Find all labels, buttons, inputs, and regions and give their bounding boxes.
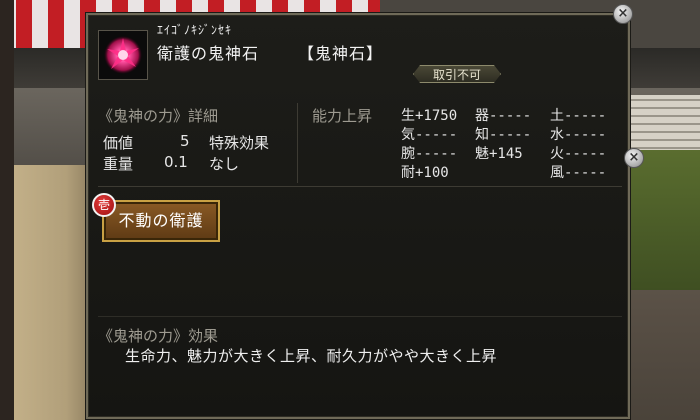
stat-dexterity: 器----- <box>475 108 532 124</box>
stat-charm: 魅+145 <box>475 146 523 162</box>
close-icon: × <box>617 6 629 21</box>
close-button[interactable]: × <box>613 4 633 24</box>
skill-rank-badge: 壱 <box>92 193 116 217</box>
stat-water: 水----- <box>550 127 607 143</box>
gem-icon <box>104 36 142 74</box>
stat-spirit: 気----- <box>401 127 458 143</box>
value-label: 価値 <box>103 134 134 152</box>
stat-life: 生+1750 <box>401 108 458 124</box>
details-heading: 《鬼神の力》詳細 <box>98 107 219 125</box>
stat-fire: 火----- <box>550 146 607 162</box>
column-divider <box>297 103 298 183</box>
section-divider <box>98 186 622 187</box>
effect-description: 生命力、魅力が大きく上昇、耐久力がやや大きく上昇 <box>125 347 498 365</box>
item-reading: ｴｲｺﾞﾉｷｼﾞﾝｾｷ <box>157 23 233 37</box>
value-amount: 5 <box>180 132 190 150</box>
weight-amount: 0.1 <box>164 153 188 171</box>
background-wall-panel <box>620 95 700 155</box>
stat-earth: 土----- <box>550 108 607 124</box>
special-effect-label: 特殊効果 <box>209 134 270 152</box>
ability-heading: 能力上昇 <box>312 107 373 125</box>
background-cloth <box>0 165 95 420</box>
close-icon: × <box>628 150 640 165</box>
effect-heading: 《鬼神の力》効果 <box>98 327 219 345</box>
item-category: 【鬼神石】 <box>298 44 384 63</box>
skill-button[interactable]: 不動の衛護 <box>102 200 220 242</box>
stat-endurance: 耐+100 <box>401 165 449 181</box>
trade-status-badge: 取引不可 <box>413 65 501 83</box>
weight-label: 重量 <box>103 155 134 173</box>
item-name: 衛護の鬼神石 <box>157 44 260 63</box>
stat-wind: 風----- <box>550 165 607 181</box>
item-icon-frame <box>98 30 148 80</box>
special-effect-value: なし <box>209 155 240 173</box>
secondary-close-button[interactable]: × <box>624 148 644 168</box>
effect-divider <box>98 316 622 317</box>
stat-arm: 腕----- <box>401 146 458 162</box>
background-grass <box>620 150 700 290</box>
background-pole <box>0 0 14 420</box>
stat-intellect: 知----- <box>475 127 532 143</box>
